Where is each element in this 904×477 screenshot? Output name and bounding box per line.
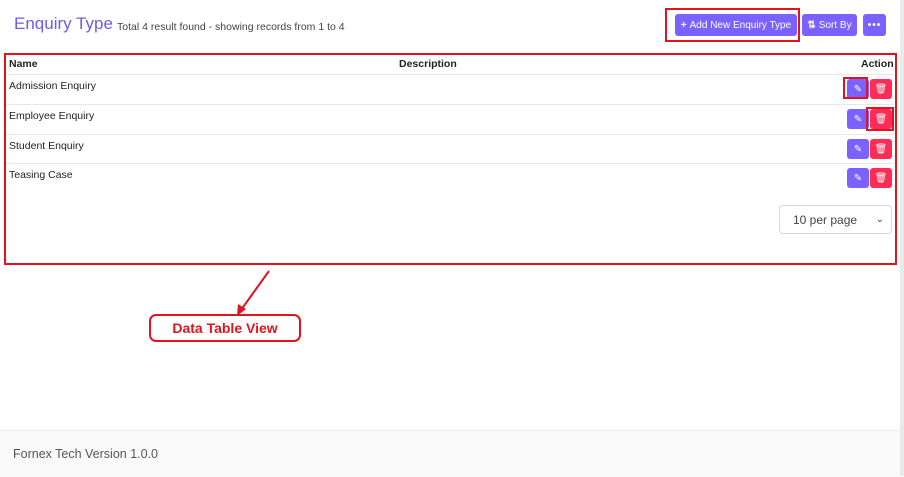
edit-icon: ✎ xyxy=(853,172,863,184)
row-divider xyxy=(6,104,894,105)
column-header-action: Action xyxy=(861,58,894,70)
row-name: Admission Enquiry xyxy=(9,80,96,92)
trash-icon: 🗑 xyxy=(874,172,888,184)
per-page-select[interactable]: 10 per page ⌄ xyxy=(779,205,892,234)
row-name: Teasing Case xyxy=(9,169,73,181)
ellipsis-icon: ••• xyxy=(867,19,882,31)
delete-button[interactable]: 🗑 xyxy=(870,79,892,99)
enquiry-type-panel: Enquiry Type Total 4 result found - show… xyxy=(0,0,900,429)
trash-icon: 🗑 xyxy=(874,83,888,95)
row-name: Employee Enquiry xyxy=(9,110,95,122)
edit-button[interactable]: ✎ xyxy=(847,139,869,159)
row-name: Student Enquiry xyxy=(9,140,84,152)
add-button-highlight xyxy=(665,8,800,42)
version-text: Fornex Tech Version 1.0.0 xyxy=(13,447,158,461)
trash-icon: 🗑 xyxy=(874,143,888,155)
sort-by-label: Sort By xyxy=(818,19,852,31)
footer: Fornex Tech Version 1.0.0 xyxy=(0,430,900,477)
edit-icon: ✎ xyxy=(853,113,863,125)
chevron-down-icon: ⌄ xyxy=(875,214,884,225)
delete-button[interactable]: 🗑 xyxy=(870,139,892,159)
window-edge xyxy=(900,0,904,476)
row-divider xyxy=(6,163,894,164)
delete-button[interactable]: 🗑 xyxy=(870,168,892,188)
column-header-name: Name xyxy=(9,58,38,70)
column-header-description: Description xyxy=(399,58,457,70)
delete-button-highlight xyxy=(866,107,894,131)
row-divider xyxy=(6,134,894,135)
page-title: Enquiry Type xyxy=(14,14,113,33)
annotation-arrow xyxy=(237,270,270,316)
header-divider xyxy=(6,74,894,75)
per-page-value: 10 per page xyxy=(793,212,858,227)
sort-by-button[interactable]: ⇅ Sort By xyxy=(802,14,857,36)
edit-icon: ✎ xyxy=(853,143,863,155)
edit-button[interactable]: ✎ xyxy=(847,168,869,188)
edit-button-highlight xyxy=(843,77,868,99)
data-table-highlight xyxy=(4,53,897,265)
data-table-view-label: Data Table View xyxy=(149,314,301,342)
sort-icon: ⇅ xyxy=(807,19,816,31)
more-options-button[interactable]: ••• xyxy=(863,14,886,36)
results-summary: Total 4 result found - showing records f… xyxy=(117,21,345,33)
